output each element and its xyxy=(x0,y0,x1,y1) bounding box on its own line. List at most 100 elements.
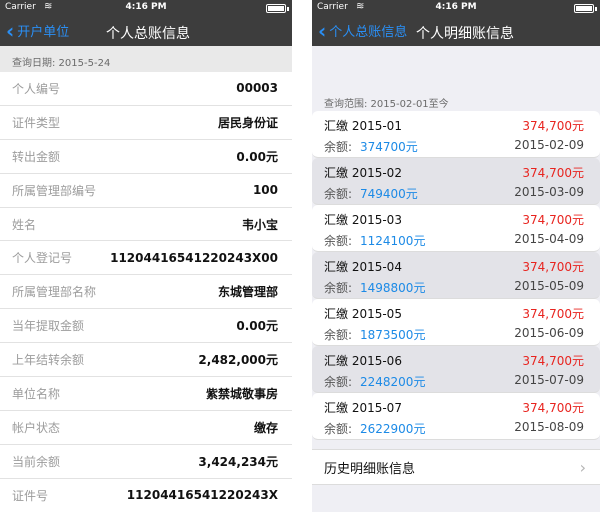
info-row: 当前余额 3,424,234元 xyxy=(0,444,292,479)
record-name: 汇缴 2015-01 xyxy=(324,119,402,133)
info-row-value: 100 xyxy=(252,183,278,198)
info-row-label: 转出金额 xyxy=(12,149,61,164)
info-row-value: 0.00元 xyxy=(236,149,278,164)
back-label: 个人总账信息 xyxy=(329,25,408,40)
info-row-label: 个人编号 xyxy=(12,81,61,96)
info-row-label: 个人登记号 xyxy=(12,251,73,266)
info-row: 个人登记号 11204416541220243X00 xyxy=(0,241,292,276)
info-row-value: 缴存 xyxy=(253,420,278,435)
record-balance-label: 余额: xyxy=(324,375,353,389)
info-row-value: 3,424,234元 xyxy=(198,454,278,469)
record-balance-label: 余额: xyxy=(324,281,353,295)
status-bar: Carrier ≋ 4:16 PM xyxy=(0,0,292,16)
history-label: 历史明细账信息 xyxy=(324,461,416,477)
back-chevron-icon: ‹ xyxy=(6,18,15,43)
info-row: 证件类型 居民身份证 xyxy=(0,105,292,140)
record-balance: 2248200元 xyxy=(360,375,426,389)
record-name: 汇缴 2015-03 xyxy=(324,213,402,227)
record-item[interactable]: 汇缴 2015-06 374,700元余额: 2248200元 2015-07-09 xyxy=(312,346,600,393)
battery-tip xyxy=(595,7,597,11)
record-amount: 374,700元 xyxy=(522,213,584,227)
info-row-value: 居民身份证 xyxy=(217,115,278,130)
record-date: 2015-04-09 xyxy=(514,232,584,246)
query-range: 查询范围: 2015-02-01至今 xyxy=(324,99,449,110)
record-item[interactable]: 汇缴 2015-02 374,700元 余额: 749400元 2015-03-09 xyxy=(312,158,600,205)
record-balance: 1873500元 xyxy=(360,328,426,342)
record-item[interactable]: 汇缴 2015-07 374,700元 余额: 2622900元 2015-08-09 xyxy=(312,393,600,440)
battery-icon xyxy=(574,4,594,13)
record-date: 2015-08-09 xyxy=(514,420,584,434)
status-bar: Carrier ≋ 4:16 PM xyxy=(312,0,600,16)
status-time: 4:16 PM xyxy=(435,2,477,12)
record-name: 汇缴 2015-07 xyxy=(324,401,402,415)
history-detail-button[interactable]: 历史明细账信息 › xyxy=(312,449,600,485)
record-item[interactable]: 汇缴 2015-03 374,700元余额: 1124100元 2015-04-09 xyxy=(312,205,600,252)
record-balance-label: 余额: xyxy=(324,422,353,436)
record-balance: 374700元 xyxy=(360,140,418,154)
query-date: 查询日期: 2015-5-24 xyxy=(0,46,292,72)
record-balance: 2622900元 xyxy=(360,422,426,436)
info-row: 单位名称 紫禁城敬事房 xyxy=(0,377,292,411)
info-list: 个人编号 00003 证件类型 居民身份证 转出金额 0.00元 所属管理部编号 100 姓名韦… xyxy=(0,72,292,512)
record-balance: 1498800元 xyxy=(360,281,426,295)
back-label: 开户单位 xyxy=(17,25,70,40)
record-amount: 374,700元 xyxy=(522,260,584,274)
info-row-value: 11204416541220243X00 xyxy=(110,250,278,265)
battery-icon xyxy=(266,4,286,13)
left-screen-total-account: Carrier ≋ 4:16 PM ‹ 开户单位 个人总账信息 查询日期: 20… xyxy=(0,0,292,512)
record-amount: 374,700元 xyxy=(522,166,584,180)
nav-bar: ‹ 开户单位 个人总账信息 xyxy=(0,16,292,46)
page-title: 个人明细账信息 xyxy=(416,26,514,42)
record-name: 汇缴 2015-06 xyxy=(324,354,402,368)
info-row-label: 所属管理部名称 xyxy=(12,285,97,300)
record-balance: 749400元 xyxy=(360,187,418,201)
record-balance: 1124100元 xyxy=(360,234,426,248)
record-name: 汇缴 2015-02 xyxy=(324,166,402,180)
battery-tip xyxy=(287,7,289,11)
info-row-value: 0.00元 xyxy=(236,319,278,334)
info-row: 姓名 韦小宝 xyxy=(0,207,292,242)
record-balance-label: 余额: xyxy=(324,234,353,248)
right-screen-detail-account: Carrier ≋ 4:16 PM ‹ 个人总账信息 个人明细账信息 查询范围:… xyxy=(312,0,600,512)
back-button[interactable]: ‹ 开户单位 xyxy=(6,18,70,43)
record-amount: 374,700元 xyxy=(522,119,584,133)
record-balance-label: 余额: xyxy=(324,328,353,342)
info-row: 帐户状态 缴存 xyxy=(0,410,292,445)
info-row: 个人编号 00003 xyxy=(0,72,292,106)
info-row-label: 当前余额 xyxy=(12,454,61,469)
record-amount: 374,700元 xyxy=(522,354,584,368)
record-list: 汇缴 2015-01 374,700元 余额: 374700元 2015-02-09 汇缴… xyxy=(312,111,600,440)
info-row: 当年提取金额 0.00元 xyxy=(0,309,292,344)
back-button[interactable]: ‹ 个人总账信息 xyxy=(318,18,408,43)
page-title: 个人总账信息 xyxy=(106,26,190,42)
record-date: 2015-05-09 xyxy=(514,279,584,293)
record-date: 2015-02-09 xyxy=(514,138,584,152)
info-row-label: 证件号 xyxy=(12,488,49,503)
record-amount: 374,700元 xyxy=(522,307,584,321)
record-item[interactable]: 汇缴 2015-01 374,700元余额: 374700元 2015-02-09 xyxy=(312,111,600,158)
info-row-label: 证件类型 xyxy=(12,115,61,130)
info-row-label: 单位名称 xyxy=(12,386,61,401)
info-row-label: 上年结转余额 xyxy=(12,353,85,368)
info-row-value: 东城管理部 xyxy=(217,285,278,300)
record-item[interactable]: 汇缴 2015-04 374,700元余额: 1498800元 2015-05-09 xyxy=(312,252,600,299)
back-chevron-icon: ‹ xyxy=(318,18,327,43)
record-name: 汇缴 2015-05 xyxy=(324,307,402,321)
chevron-right-icon: › xyxy=(579,457,586,477)
record-balance-label: 余额: xyxy=(324,140,353,154)
info-row-value: 00003 xyxy=(236,81,278,96)
record-date: 2015-07-09 xyxy=(514,373,584,387)
info-row: 所属管理部名称 东城管理部 xyxy=(0,275,292,310)
info-row: 上年结转余额 2,482,000元 xyxy=(0,343,292,378)
info-row-label: 所属管理部编号 xyxy=(12,183,97,198)
record-date: 2015-06-09 xyxy=(514,326,584,340)
record-balance-label: 余额: xyxy=(324,187,353,201)
record-name: 汇缴 2015-04 xyxy=(324,260,402,274)
info-row: 转出金额 0.00元 xyxy=(0,139,292,174)
info-row-label: 帐户状态 xyxy=(12,420,61,435)
record-item[interactable]: 汇缴 2015-05 374,700元余额: 1873500元 2015-06-09 xyxy=(312,299,600,346)
nav-bar: ‹ 个人总账信息 个人明细账信息 xyxy=(312,16,600,46)
info-row-value: 11204416541220243X xyxy=(126,488,278,503)
info-row-label: 当年提取金额 xyxy=(12,319,85,334)
info-row-label: 姓名 xyxy=(12,217,37,232)
